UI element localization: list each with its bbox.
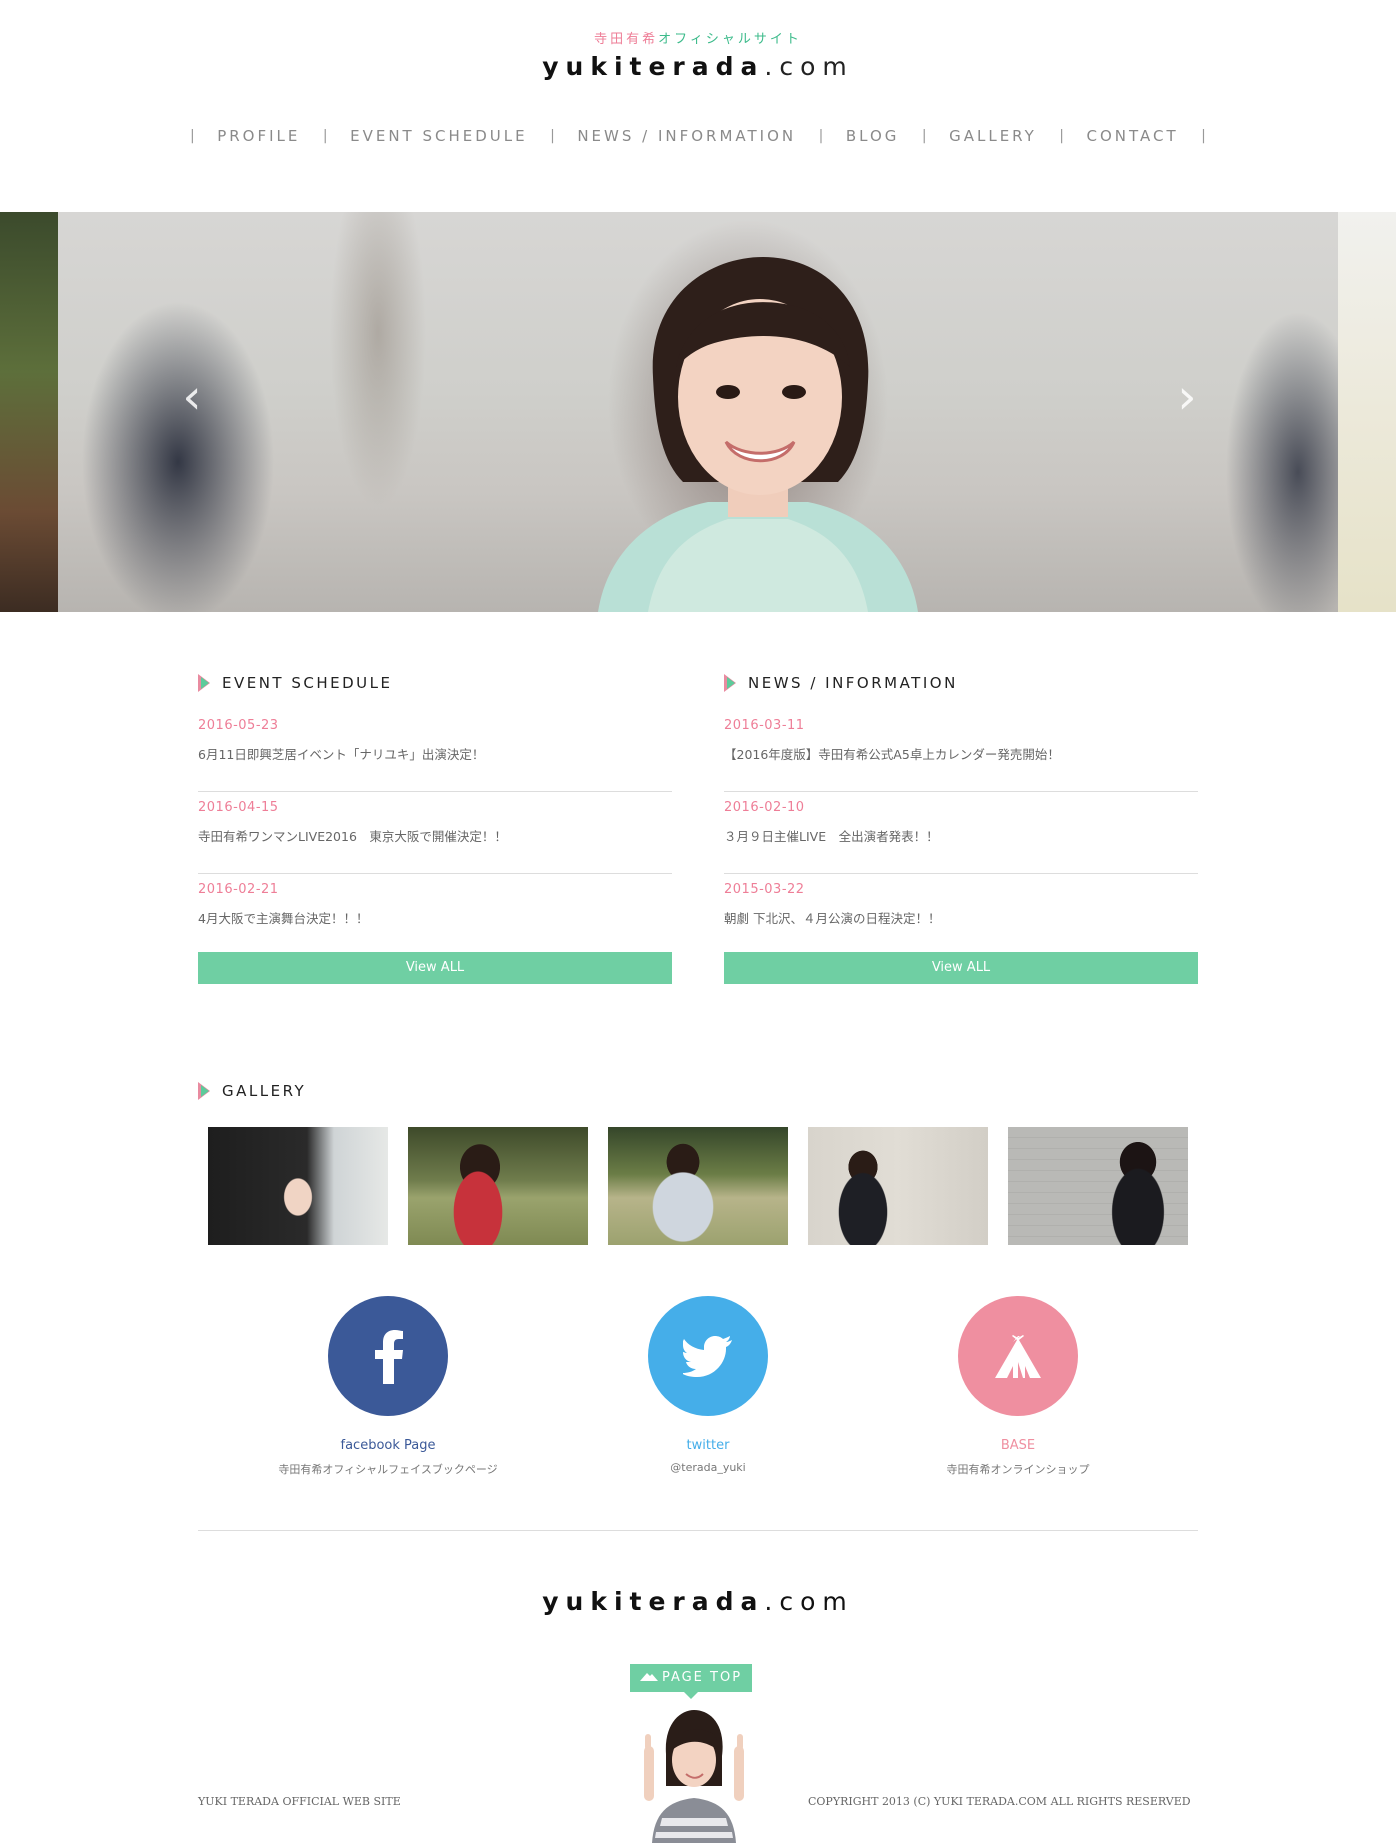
hero-prev-slide-preview <box>0 212 58 612</box>
gallery-thumbnail[interactable] <box>1008 1127 1188 1245</box>
main-nav: | PROFILE | EVENT SCHEDULE | NEWS / INFO… <box>190 124 1206 148</box>
list-item[interactable]: 2016-05-23 6月11日即興芝居イベント「ナリユキ」出演決定！ <box>198 710 672 792</box>
facebook-link[interactable]: facebook Page 寺田有希オフィシャルフェイスブックページ <box>268 1296 508 1477</box>
gallery-thumbnails <box>208 1127 1188 1245</box>
nav-separator: | <box>190 128 195 144</box>
facebook-icon <box>375 1330 403 1384</box>
footer-site-name: YUKI TERADA OFFICIAL WEB SITE <box>198 1795 401 1808</box>
nav-item-contact[interactable]: CONTACT <box>1087 127 1179 145</box>
gallery-heading: GALLERY <box>198 1082 306 1100</box>
news-date: 2015-03-22 <box>724 882 805 897</box>
footer-divider <box>198 1530 1198 1531</box>
site-tagline: 寺田有希オフィシャルサイト <box>0 28 1396 47</box>
twitter-link[interactable]: twitter @terada_yuki <box>588 1296 828 1474</box>
nav-separator: | <box>921 128 927 144</box>
news-date: 2016-02-10 <box>724 800 805 815</box>
nav-item-gallery[interactable]: GALLERY <box>949 127 1037 145</box>
twitter-bird-icon <box>683 1336 732 1377</box>
logo-domain: .com <box>764 52 854 81</box>
facebook-button[interactable] <box>328 1296 448 1416</box>
hero-portrait-photo <box>598 257 918 612</box>
nav-item-blog[interactable]: BLOG <box>846 127 900 145</box>
news-title: NEWS / INFORMATION <box>748 674 958 692</box>
section-arrow-icon <box>198 1082 210 1100</box>
hero-slide-image <box>58 212 1338 612</box>
gallery-thumbnail[interactable] <box>208 1127 388 1245</box>
nav-item-event-schedule[interactable]: EVENT SCHEDULE <box>350 127 527 145</box>
news-title-text[interactable]: 朝劇 下北沢、４月公演の日程決定！！ <box>724 908 1198 927</box>
twitter-button[interactable] <box>648 1296 768 1416</box>
event-list: 2016-05-23 6月11日即興芝居イベント「ナリユキ」出演決定！ 2016… <box>198 710 672 956</box>
news-list: 2016-03-11 【2016年度版】寺田有希公式A5卓上カレンダー発売開始！… <box>724 710 1198 956</box>
footer-logo[interactable]: yukiterada.com <box>0 1587 1396 1616</box>
nav-item-profile[interactable]: PROFILE <box>217 127 300 145</box>
event-date: 2016-05-23 <box>198 718 279 733</box>
footer-logo-text: yukiterada <box>542 1587 765 1616</box>
nav-item-news[interactable]: NEWS / INFORMATION <box>577 127 796 145</box>
twitter-handle: @terada_yuki <box>670 1461 746 1474</box>
event-schedule-title: EVENT SCHEDULE <box>222 674 393 692</box>
section-arrow-icon <box>198 674 210 692</box>
news-heading: NEWS / INFORMATION <box>724 674 958 692</box>
footer-logo-domain: .com <box>764 1587 854 1616</box>
nav-separator: | <box>1201 128 1206 144</box>
section-arrow-icon <box>724 674 736 692</box>
base-shop-button[interactable] <box>958 1296 1078 1416</box>
logo-text: yukiterada <box>542 52 765 81</box>
tagline-official-site: オフィシャルサイト <box>658 32 802 47</box>
news-title-text[interactable]: 【2016年度版】寺田有希公式A5卓上カレンダー発売開始！ <box>724 744 1198 763</box>
nav-separator: | <box>550 128 555 144</box>
news-title-text[interactable]: ３月９日主催LIVE 全出演者発表！！ <box>724 826 1198 845</box>
event-title[interactable]: 4月大阪で主演舞台決定！！！ <box>198 908 672 927</box>
gallery-thumbnail[interactable] <box>608 1127 788 1245</box>
gallery-title: GALLERY <box>222 1082 307 1100</box>
news-view-all-button[interactable]: View ALL <box>724 952 1198 984</box>
event-date: 2016-02-21 <box>198 882 279 897</box>
tagline-name: 寺田有希 <box>594 32 659 47</box>
mountain-up-icon <box>639 1664 658 1681</box>
base-shop-link[interactable]: BASE 寺田有希オンラインショップ <box>898 1296 1138 1477</box>
hero-slider[interactable]: ‹ › <box>0 212 1396 612</box>
event-title[interactable]: 6月11日即興芝居イベント「ナリユキ」出演決定！ <box>198 744 672 763</box>
event-schedule-heading: EVENT SCHEDULE <box>198 674 392 692</box>
event-title[interactable]: 寺田有希ワンマンLIVE2016 東京大阪で開催決定！！ <box>198 826 672 845</box>
events-view-all-button[interactable]: View ALL <box>198 952 672 984</box>
list-item[interactable]: 2016-02-10 ３月９日主催LIVE 全出演者発表！！ <box>724 792 1198 874</box>
facebook-link-description: 寺田有希オフィシャルフェイスブックページ <box>278 1463 498 1476</box>
page-top-button[interactable]: PAGE TOP <box>630 1664 752 1699</box>
page-top-label: PAGE TOP <box>661 1670 743 1685</box>
mascot-illustration <box>644 1710 744 1843</box>
nav-separator: | <box>1059 128 1065 144</box>
list-item[interactable]: 2015-03-22 朝劇 下北沢、４月公演の日程決定！！ <box>724 874 1198 956</box>
gallery-thumbnail[interactable] <box>408 1127 588 1245</box>
facebook-link-label[interactable]: facebook Page <box>268 1438 508 1453</box>
tent-icon <box>995 1335 1041 1378</box>
chevron-left-icon[interactable]: ‹ <box>177 367 207 427</box>
gallery-thumbnail[interactable] <box>808 1127 988 1245</box>
event-date: 2016-04-15 <box>198 800 279 815</box>
base-shop-label[interactable]: BASE <box>898 1438 1138 1453</box>
news-date: 2016-03-11 <box>724 718 805 733</box>
chevron-right-icon[interactable]: › <box>1172 367 1202 427</box>
list-item[interactable]: 2016-04-15 寺田有希ワンマンLIVE2016 東京大阪で開催決定！！ <box>198 792 672 874</box>
hero-next-slide-preview <box>1338 212 1396 612</box>
list-item[interactable]: 2016-03-11 【2016年度版】寺田有希公式A5卓上カレンダー発売開始！ <box>724 710 1198 792</box>
list-item[interactable]: 2016-02-21 4月大阪で主演舞台決定！！！ <box>198 874 672 956</box>
twitter-link-label[interactable]: twitter <box>588 1438 828 1453</box>
footer-copyright: COPYRIGHT 2013 (C) YUKI TERADA.COM ALL R… <box>808 1795 1191 1808</box>
base-shop-description: 寺田有希オンラインショップ <box>946 1463 1090 1476</box>
site-logo[interactable]: yukiterada.com <box>0 52 1396 81</box>
nav-separator: | <box>322 128 328 144</box>
nav-separator: | <box>818 128 824 144</box>
